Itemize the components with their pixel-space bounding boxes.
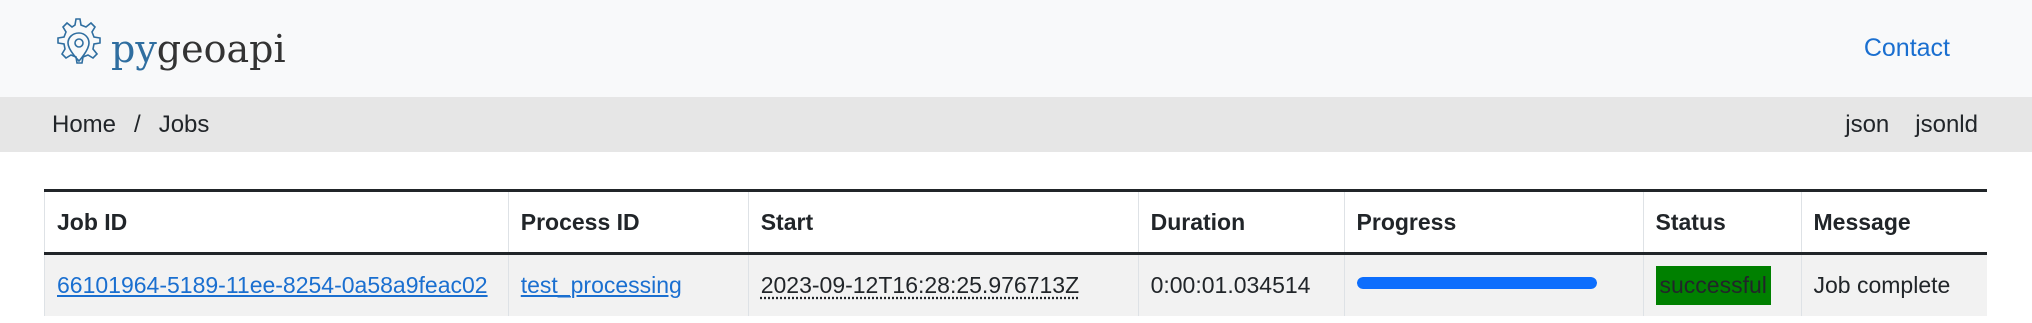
jobs-table-container: Job ID Process ID Start Duration Progres… — [0, 152, 2032, 316]
cell-start: 2023-09-12T16:28:25.976713Z — [747, 253, 1139, 316]
brand-name-prefix: py — [111, 26, 157, 71]
cell-job-id: 66101964-5189-11ee-8254-0a58a9feac02 — [44, 253, 509, 316]
header-duration: Duration — [1137, 190, 1345, 254]
brand-logo-link[interactable]: pygeoapi — [45, 15, 286, 82]
header-start: Start — [747, 190, 1139, 254]
jobs-table: Job ID Process ID Start Duration Progres… — [44, 189, 1987, 316]
gear-location-icon — [45, 15, 107, 82]
json-format-link[interactable]: json — [1845, 111, 1889, 139]
table-row: 66101964-5189-11ee-8254-0a58a9feac02 tes… — [44, 253, 1987, 316]
progress-bar — [1356, 276, 1597, 289]
cell-status: successful — [1642, 253, 1801, 316]
cell-process-id: test_processing — [507, 253, 749, 316]
breadcrumb-home[interactable]: Home — [52, 111, 116, 139]
cell-progress — [1343, 253, 1644, 316]
brand-name: pygeoapi — [111, 30, 286, 68]
format-links: json jsonld — [1845, 111, 1978, 139]
header-status: Status — [1642, 190, 1801, 254]
jsonld-format-link[interactable]: jsonld — [1915, 111, 1978, 139]
header-message: Message — [1800, 190, 1987, 254]
cell-duration: 0:00:01.034514 — [1137, 253, 1345, 316]
table-header-row: Job ID Process ID Start Duration Progres… — [44, 190, 1987, 254]
header-progress: Progress — [1343, 190, 1644, 254]
brand-name-suffix: geoapi — [156, 26, 286, 71]
header-job-id: Job ID — [44, 190, 509, 254]
breadcrumb-bar: Home / Jobs json jsonld — [0, 97, 2032, 152]
header-process-id: Process ID — [507, 190, 749, 254]
progress-bar-fill — [1356, 276, 1597, 289]
cell-message: Job complete — [1800, 253, 1987, 316]
job-id-link[interactable]: 66101964-5189-11ee-8254-0a58a9feac02 — [57, 272, 488, 298]
top-navbar: pygeoapi Contact — [0, 0, 2032, 97]
breadcrumb-jobs[interactable]: Jobs — [159, 111, 210, 139]
process-id-link[interactable]: test_processing — [521, 272, 682, 298]
start-time: 2023-09-12T16:28:25.976713Z — [760, 272, 1080, 298]
breadcrumb: Home / Jobs — [52, 111, 209, 139]
contact-link[interactable]: Contact — [1864, 34, 1950, 63]
breadcrumb-separator: / — [134, 110, 141, 138]
status-badge: successful — [1655, 266, 1771, 305]
